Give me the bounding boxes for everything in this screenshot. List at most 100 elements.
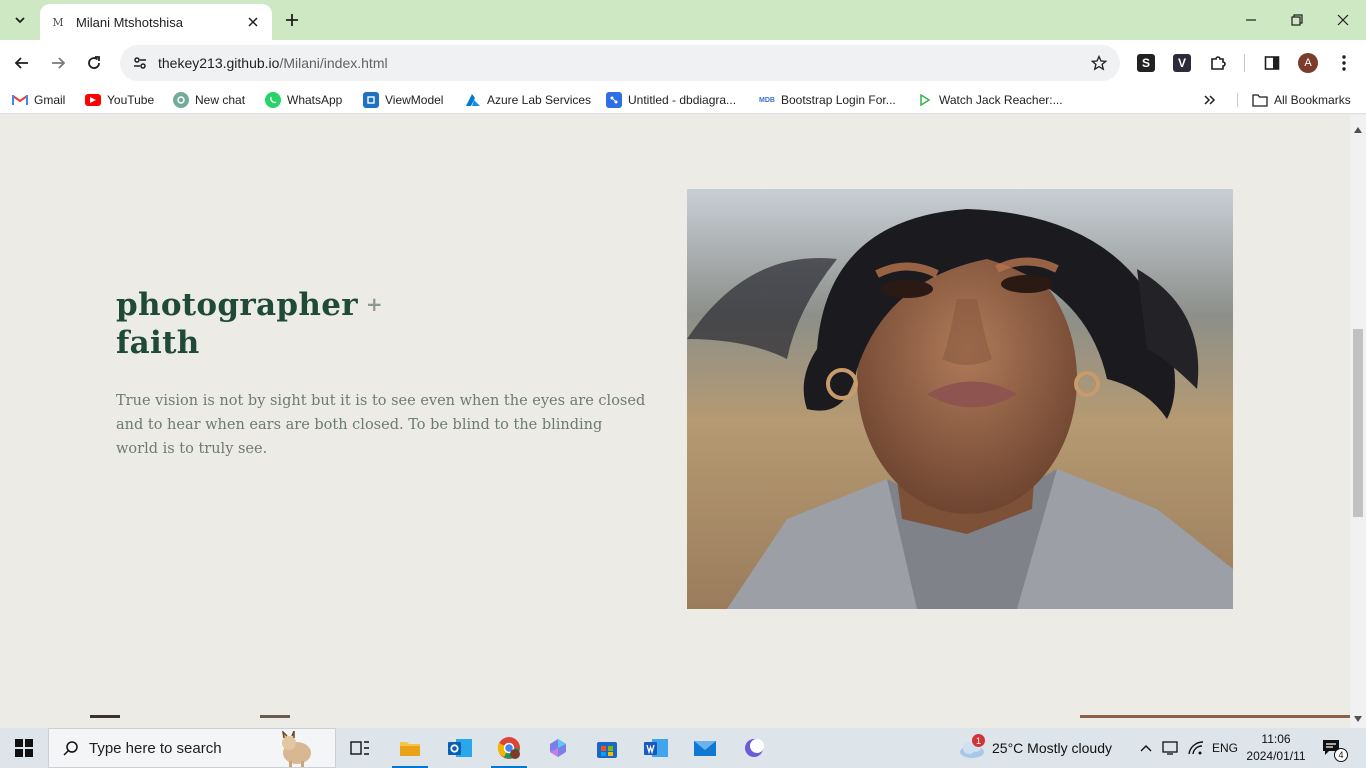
weather-widget[interactable]: 1 25°C Mostly cloudy bbox=[958, 728, 1112, 768]
bookmark-youtube[interactable]: YouTube bbox=[85, 90, 154, 110]
taskbar-search-placeholder: Type here to search bbox=[89, 739, 222, 757]
bookmark-label: Untitled - dbdiagra... bbox=[628, 93, 737, 107]
triangle-up-icon bbox=[1354, 127, 1362, 133]
star-icon bbox=[1091, 55, 1107, 71]
hero-title-line2: faith bbox=[116, 325, 200, 361]
clock-date: 2024/01/11 bbox=[1246, 749, 1306, 763]
tab-strip: M Milani Mtshotshisa bbox=[0, 0, 1366, 40]
page-viewport: photographer + faith True vision is not b… bbox=[0, 115, 1350, 718]
new-tab-button[interactable] bbox=[280, 8, 304, 32]
s-extension-icon: S bbox=[1137, 54, 1155, 72]
scroll-thumb[interactable] bbox=[1353, 329, 1363, 517]
bookmark-new-chat[interactable]: New chat bbox=[173, 90, 245, 110]
restore-button[interactable] bbox=[1274, 0, 1320, 40]
reload-icon bbox=[88, 56, 100, 69]
whatsapp-icon bbox=[265, 92, 281, 108]
language-text: ENG bbox=[1212, 741, 1239, 755]
minimize-button[interactable] bbox=[1228, 0, 1274, 40]
more-bookmarks-button[interactable] bbox=[1204, 90, 1216, 110]
search-icon bbox=[63, 741, 78, 756]
reload-button[interactable] bbox=[78, 47, 110, 79]
bookmark-viewmodel[interactable]: ViewModel bbox=[363, 90, 443, 110]
language-indicator[interactable]: ENG bbox=[1212, 728, 1238, 768]
wifi-icon bbox=[1188, 741, 1204, 755]
show-hidden-icons-button[interactable] bbox=[1140, 728, 1152, 768]
bookmark-bootstrap-login[interactable]: MDB Bootstrap Login For... bbox=[759, 90, 896, 110]
wifi-tray-icon[interactable] bbox=[1187, 728, 1205, 768]
plus-icon bbox=[286, 14, 298, 26]
chrome-icon bbox=[497, 737, 520, 759]
site-info-icon[interactable] bbox=[122, 45, 158, 81]
all-bookmarks-button[interactable]: All Bookmarks bbox=[1252, 90, 1351, 110]
puzzle-icon bbox=[1211, 56, 1226, 70]
search-highlight-lynx-icon bbox=[282, 731, 311, 767]
hero-title: photographer + faith bbox=[116, 285, 383, 362]
url-domain: thekey213.github.io bbox=[158, 55, 280, 71]
page-scrollbar[interactable] bbox=[1350, 115, 1366, 728]
dbdiagram-icon bbox=[606, 92, 622, 108]
browser-toolbar: thekey213.github.io/Milani/index.html S … bbox=[0, 40, 1366, 86]
browser-tab[interactable]: M Milani Mtshotshisa bbox=[40, 4, 272, 40]
hero-paragraph: True vision is not by sight but it is to… bbox=[116, 393, 646, 457]
tab-search-button[interactable] bbox=[6, 6, 34, 34]
youtube-icon bbox=[85, 94, 101, 106]
forward-button[interactable] bbox=[42, 47, 74, 79]
bookmark-jack-reacher[interactable]: Watch Jack Reacher:... bbox=[917, 90, 1063, 110]
bookmark-dbdiagram[interactable]: Untitled - dbdiagra... bbox=[606, 90, 736, 110]
store-icon bbox=[597, 742, 617, 758]
address-bar[interactable]: thekey213.github.io/Milani/index.html bbox=[120, 45, 1120, 81]
bookmark-label: Bootstrap Login For... bbox=[781, 93, 896, 107]
mail-app[interactable] bbox=[681, 728, 729, 768]
side-panel-button[interactable] bbox=[1259, 50, 1285, 76]
arrow-right-icon bbox=[52, 57, 66, 69]
back-button[interactable] bbox=[6, 47, 38, 79]
weather-text: 25°C Mostly cloudy bbox=[992, 740, 1112, 756]
bookmark-star-button[interactable] bbox=[1088, 52, 1110, 74]
portrait-photo bbox=[687, 189, 1233, 609]
notification-count-badge: 4 bbox=[1334, 748, 1348, 762]
v-extension-icon: V bbox=[1173, 54, 1191, 72]
chrome-app[interactable] bbox=[485, 728, 533, 768]
moon-app[interactable] bbox=[730, 728, 778, 768]
gmail-icon bbox=[12, 92, 28, 108]
bookmark-label: YouTube bbox=[107, 93, 155, 107]
scroll-up-arrow[interactable] bbox=[1353, 125, 1363, 135]
avatar: A bbox=[1298, 53, 1318, 73]
clock[interactable]: 11:06 2024/01/11 bbox=[1240, 731, 1312, 765]
bookmark-label: ViewModel bbox=[385, 93, 444, 107]
copilot-app[interactable] bbox=[534, 728, 582, 768]
network-tray-icon[interactable] bbox=[1162, 728, 1180, 768]
scroll-down-arrow[interactable] bbox=[1353, 714, 1363, 724]
microsoft-store-app[interactable] bbox=[583, 728, 631, 768]
chevron-double-right-icon bbox=[1204, 95, 1216, 105]
close-window-button[interactable] bbox=[1320, 0, 1366, 40]
browser-menu-button[interactable] bbox=[1331, 50, 1357, 76]
extension-s-button[interactable]: S bbox=[1133, 50, 1159, 76]
taskbar-search[interactable]: Type here to search bbox=[48, 728, 336, 768]
file-explorer-app[interactable] bbox=[386, 728, 434, 768]
arrow-left-icon bbox=[14, 57, 28, 69]
extensions-button[interactable] bbox=[1205, 50, 1231, 76]
task-view-button[interactable] bbox=[336, 728, 384, 768]
word-app[interactable] bbox=[632, 728, 680, 768]
notification-center-button[interactable]: 4 bbox=[1322, 728, 1348, 768]
bookmark-label: New chat bbox=[195, 93, 246, 107]
bookmark-label: Azure Lab Services bbox=[487, 93, 592, 107]
extension-v-button[interactable]: V bbox=[1169, 50, 1195, 76]
toolbar-divider bbox=[1244, 54, 1245, 72]
bookmark-whatsapp[interactable]: WhatsApp bbox=[265, 90, 342, 110]
start-button[interactable] bbox=[0, 728, 48, 768]
minimize-icon bbox=[1246, 19, 1256, 21]
weather-alert-badge: 1 bbox=[972, 734, 985, 747]
all-bookmarks-label: All Bookmarks bbox=[1274, 93, 1351, 107]
bookmark-azure-lab-services[interactable]: Azure Lab Services bbox=[465, 90, 591, 110]
profile-button[interactable]: A bbox=[1295, 50, 1321, 76]
close-icon bbox=[1337, 14, 1349, 26]
bookmark-gmail[interactable]: Gmail bbox=[12, 90, 65, 110]
tab-close-button[interactable] bbox=[244, 13, 262, 31]
outlook-app[interactable] bbox=[436, 728, 484, 768]
close-icon bbox=[248, 17, 258, 27]
next-section-preview bbox=[0, 715, 1350, 718]
play-icon bbox=[917, 92, 933, 108]
portrait-image bbox=[687, 189, 1233, 609]
